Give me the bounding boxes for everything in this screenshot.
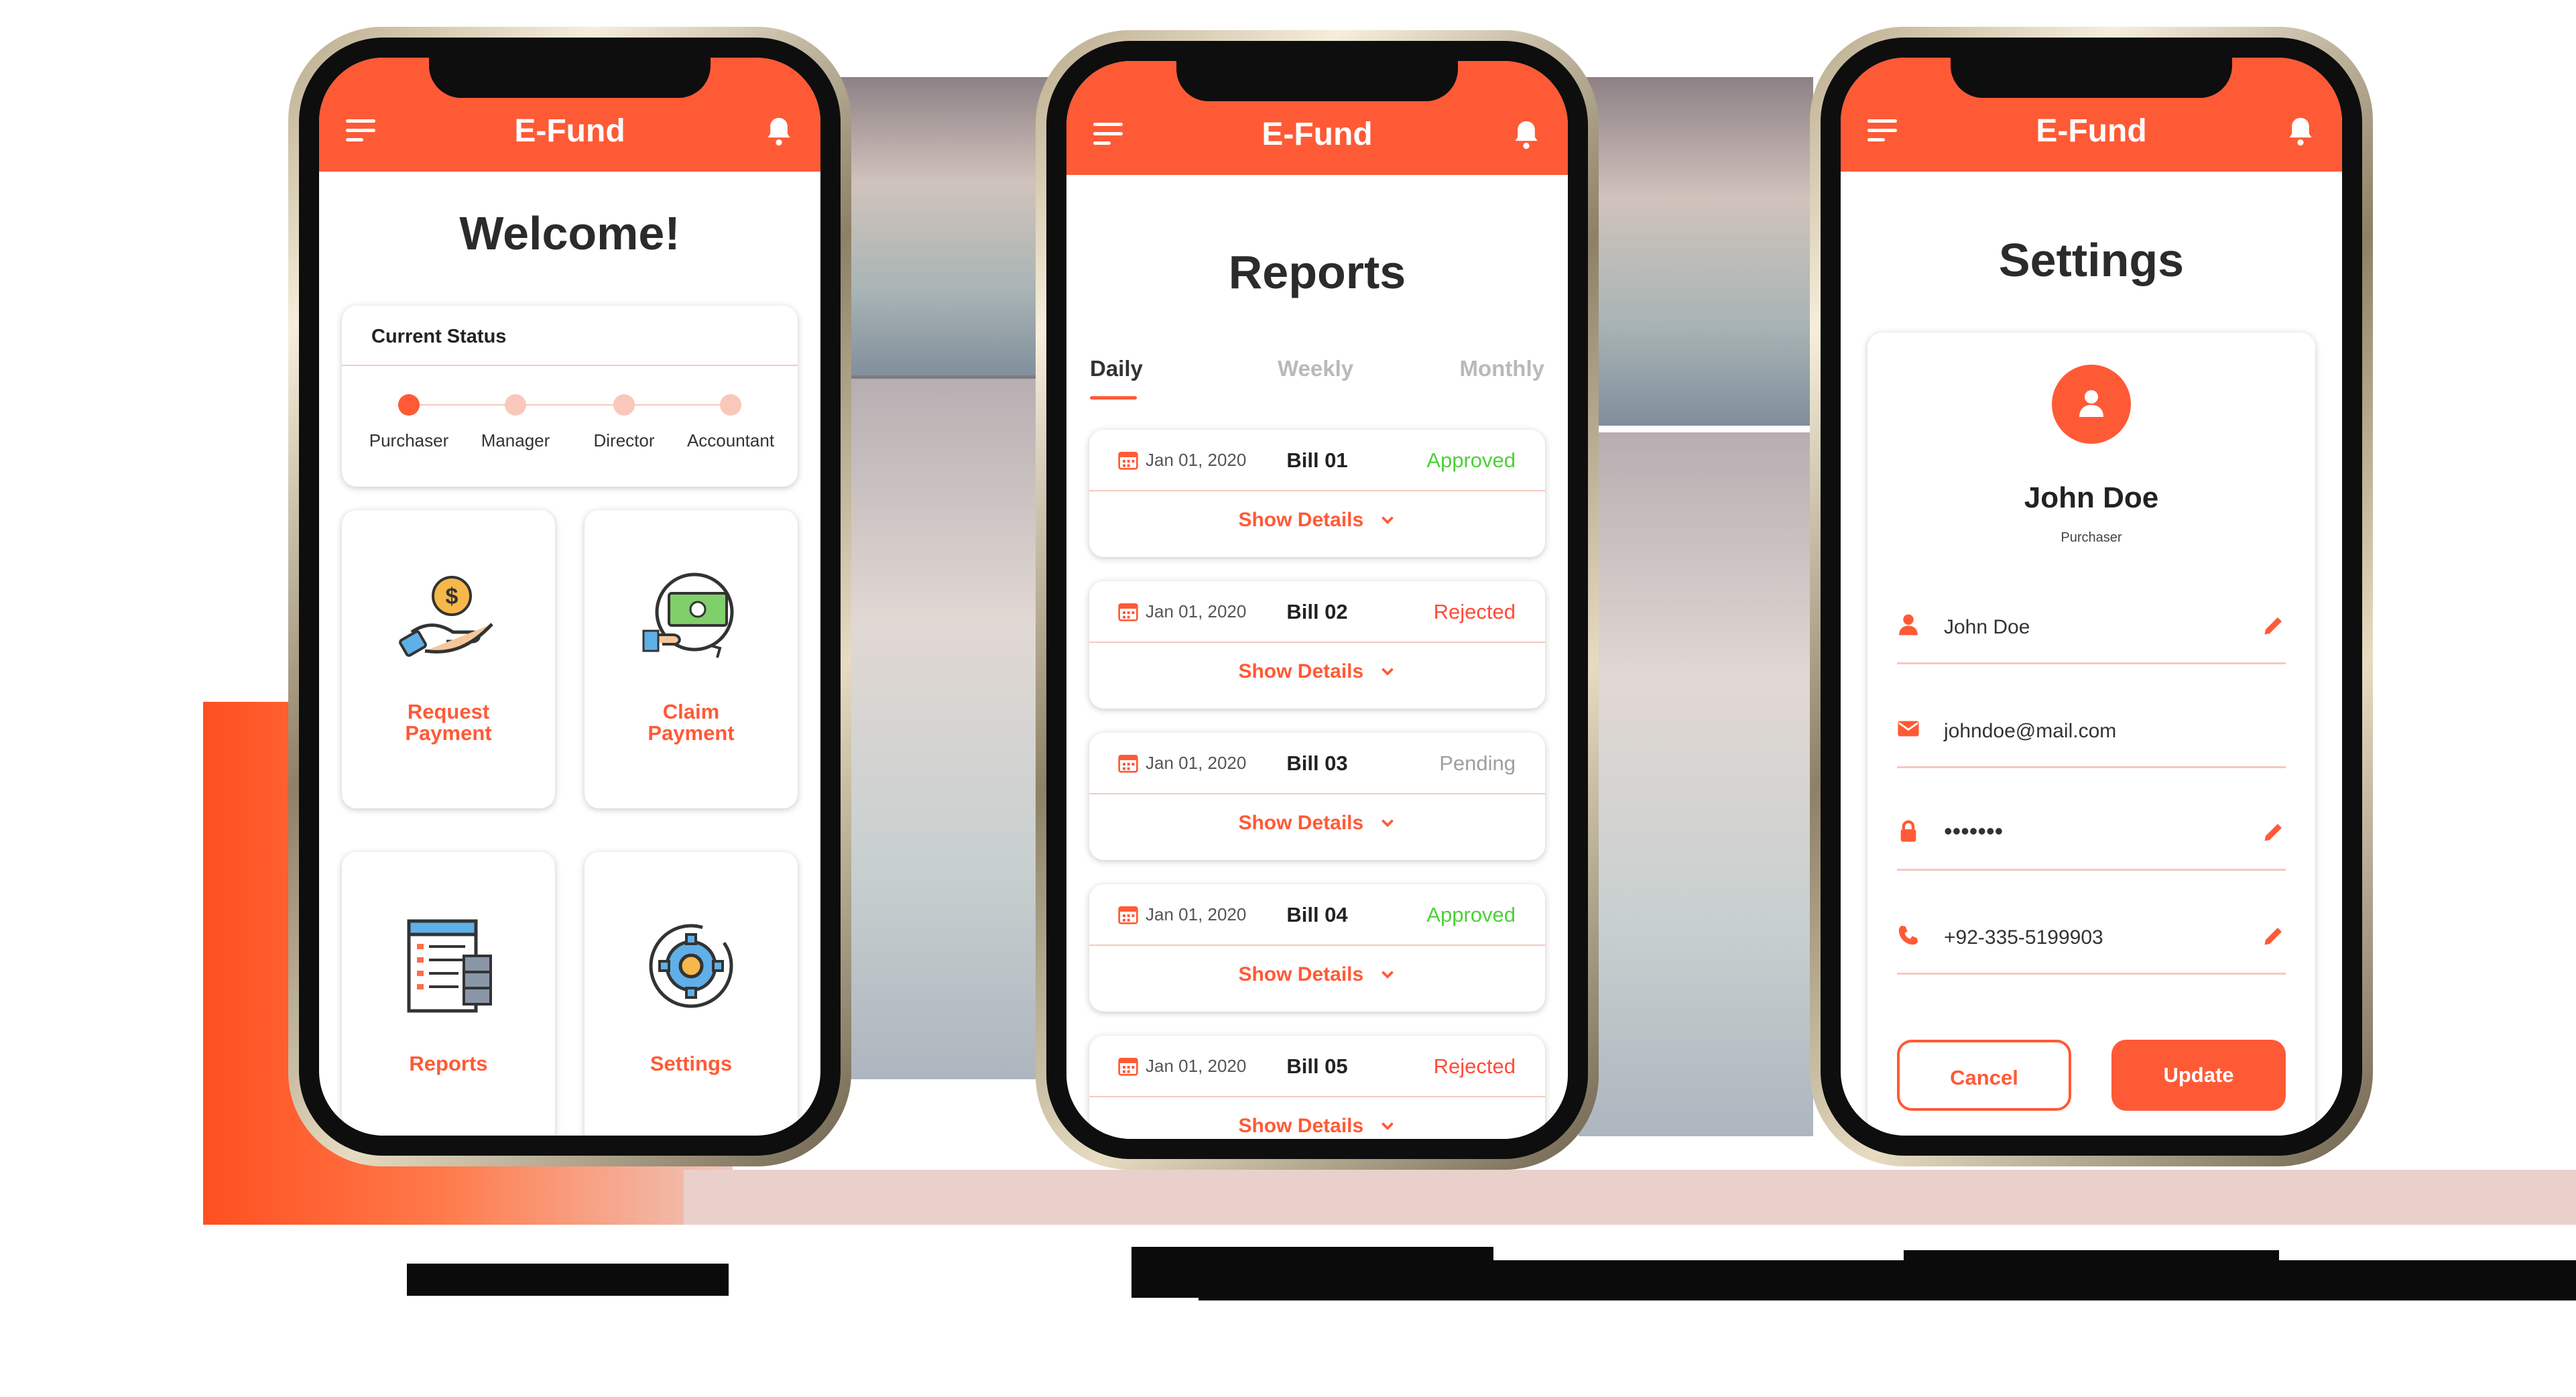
reports-screen: E-Fund Reports Daily Weekly Monthly Jan … <box>1066 61 1568 1139</box>
caption-bar <box>1904 1250 2279 1297</box>
reports-tile[interactable]: Reports <box>342 852 555 1136</box>
update-button[interactable]: Update <box>2111 1040 2286 1111</box>
background-band <box>1579 77 1813 426</box>
settings-tile-label: Settings <box>650 1052 733 1075</box>
phone-home: E-Fund Welcome! Current Status Purchaser… <box>288 27 851 1166</box>
bell-icon[interactable] <box>1512 119 1541 151</box>
page-title: Welcome! <box>459 207 680 259</box>
chevron-down-icon <box>1381 668 1394 676</box>
password-field[interactable]: ••••••• <box>1897 797 2286 871</box>
bill-card[interactable]: Jan 01, 2020 Bill 05 Rejected Show Details <box>1089 1036 1545 1139</box>
show-details-button[interactable]: Show Details <box>1089 1115 1545 1138</box>
mail-icon <box>1898 721 1919 737</box>
profile-card: John Doe Purchaser John Doe johndoe@mail… <box>1867 332 2315 1136</box>
email-field[interactable]: johndoe@mail.com <box>1897 694 2286 768</box>
edit-phone-icon[interactable] <box>2262 924 2286 948</box>
user-icon <box>1899 614 1918 635</box>
reports-tile-label: Reports <box>409 1052 488 1075</box>
show-details-button[interactable]: Show Details <box>1089 963 1545 986</box>
reports-icon <box>407 919 492 1013</box>
bell-icon[interactable] <box>764 115 794 147</box>
claim-payment-label: Claim Payment <box>648 700 735 745</box>
show-details-button[interactable]: Show Details <box>1089 509 1545 532</box>
bill-status: Approved <box>1426 903 1516 926</box>
show-details-button[interactable]: Show Details <box>1089 812 1545 835</box>
app-title: E-Fund <box>1262 117 1373 152</box>
request-payment-label: Request Payment <box>405 700 492 745</box>
bill-status: Rejected <box>1433 1054 1516 1078</box>
phone-notch <box>1176 61 1458 101</box>
bill-card[interactable]: Jan 01, 2020 Bill 03 Pending Show Details <box>1089 733 1545 860</box>
chevron-down-icon <box>1381 819 1394 827</box>
edit-name-icon[interactable] <box>2262 613 2286 637</box>
bill-header: Jan 01, 2020 Bill 05 Rejected <box>1089 1050 1545 1084</box>
profile-role: Purchaser <box>2061 530 2122 545</box>
user-avatar-icon <box>2079 390 2103 417</box>
chevron-down-icon <box>1381 516 1394 524</box>
chevron-down-icon <box>1381 1122 1394 1130</box>
phone-reports: E-Fund Reports Daily Weekly Monthly Jan … <box>1036 30 1599 1170</box>
claim-payment-icon <box>642 572 734 658</box>
tab-daily[interactable]: Daily <box>1090 356 1143 381</box>
settings-tile[interactable]: Settings <box>585 852 798 1136</box>
show-details-button[interactable]: Show Details <box>1089 660 1545 683</box>
page-title: Settings <box>1998 234 2185 286</box>
avatar[interactable] <box>2052 365 2131 444</box>
tab-monthly[interactable]: Monthly <box>1460 356 1544 381</box>
phone-notch <box>429 58 711 98</box>
request-payment-icon: $ <box>399 576 493 657</box>
profile-name: John Doe <box>2024 481 2159 514</box>
request-payment-tile[interactable]: $ Request Payment <box>342 510 555 808</box>
bell-icon[interactable] <box>2286 115 2315 147</box>
background-pink-strip <box>684 1170 2576 1225</box>
bill-header: Jan 01, 2020 Bill 02 Rejected <box>1089 596 1545 629</box>
bill-header: Jan 01, 2020 Bill 04 Approved <box>1089 899 1545 932</box>
phone-notch <box>1951 58 2232 98</box>
tab-weekly[interactable]: Weekly <box>1278 356 1353 381</box>
bill-header: Jan 01, 2020 Bill 01 Approved <box>1089 444 1545 478</box>
status-step-director: Director <box>564 394 684 451</box>
status-step-manager: Manager <box>455 394 576 451</box>
bill-status: Rejected <box>1433 600 1516 623</box>
caption-bar <box>1199 1260 2576 1300</box>
page-title: Reports <box>1228 246 1406 298</box>
phone-icon <box>1898 925 1918 945</box>
claim-payment-tile[interactable]: Claim Payment <box>585 510 798 808</box>
caption-bar <box>407 1264 729 1296</box>
home-screen: E-Fund Welcome! Current Status Purchaser… <box>319 58 820 1136</box>
bill-card[interactable]: Jan 01, 2020 Bill 04 Approved Show Details <box>1089 884 1545 1012</box>
status-step-purchaser: Purchaser <box>349 394 469 451</box>
phone-settings: E-Fund Settings John Doe Purchaser John … <box>1810 27 2373 1166</box>
status-title: Current Status <box>371 326 507 347</box>
cancel-button[interactable]: Cancel <box>1897 1040 2071 1111</box>
bill-status: Pending <box>1439 751 1516 775</box>
bill-card[interactable]: Jan 01, 2020 Bill 02 Rejected Show Details <box>1089 581 1545 709</box>
phone-field[interactable]: +92-335-5199903 <box>1897 901 2286 975</box>
settings-icon <box>649 924 733 1008</box>
svg-text:$: $ <box>446 584 458 609</box>
active-tab-indicator <box>1090 396 1137 400</box>
app-title: E-Fund <box>514 113 625 149</box>
lock-icon <box>1900 820 1916 842</box>
current-status-card: Current Status Purchaser Manager Directo… <box>342 306 798 487</box>
bill-status: Approved <box>1426 448 1516 472</box>
name-field[interactable]: John Doe <box>1897 591 2286 664</box>
bill-card[interactable]: Jan 01, 2020 Bill 01 Approved Show Details <box>1089 430 1545 557</box>
chevron-down-icon <box>1381 971 1394 979</box>
status-step-accountant: Accountant <box>670 394 791 451</box>
background-band <box>1579 432 1813 1136</box>
settings-screen: E-Fund Settings John Doe Purchaser John … <box>1841 58 2342 1136</box>
app-title: E-Fund <box>2036 113 2147 149</box>
edit-password-icon[interactable] <box>2262 820 2286 844</box>
bill-header: Jan 01, 2020 Bill 03 Pending <box>1089 747 1545 781</box>
